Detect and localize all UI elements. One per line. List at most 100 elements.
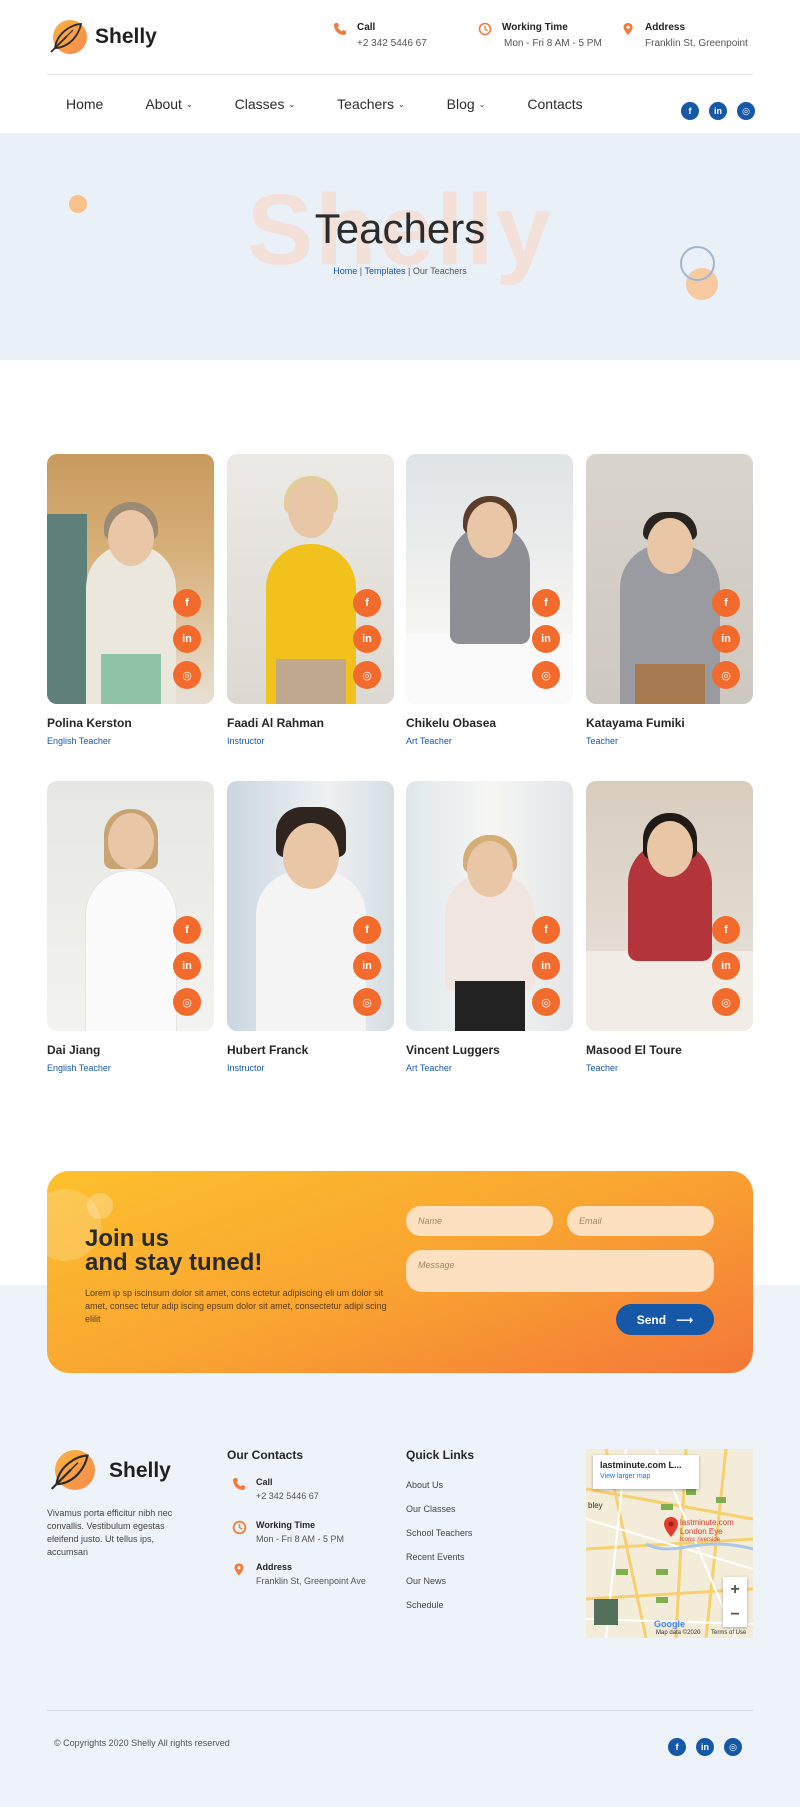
- teacher-card[interactable]: f in ◎ Masood El Toure Teacher: [586, 781, 753, 1073]
- chevron-down-icon: ⌄: [478, 99, 486, 109]
- instagram-icon[interactable]: ◎: [532, 661, 560, 689]
- feather-logo-icon: [47, 18, 89, 56]
- page-title: Teachers: [314, 205, 486, 252]
- teacher-role: Instructor: [227, 736, 265, 746]
- footer-working-time-title: Working Time: [256, 1520, 316, 1530]
- facebook-icon[interactable]: f: [532, 589, 560, 617]
- breadcrumb-templates[interactable]: Templates: [364, 266, 405, 276]
- facebook-icon[interactable]: f: [712, 916, 740, 944]
- map-marker-label: lastminute.com London Eye Iconic riversi…: [680, 1518, 734, 1545]
- linkedin-icon[interactable]: in: [712, 952, 740, 980]
- newsletter-text: Lorem ip sp iscinsum dolor sit amet, con…: [85, 1288, 387, 1324]
- facebook-icon[interactable]: f: [681, 102, 699, 120]
- nav-contacts[interactable]: Contacts: [527, 96, 582, 112]
- teacher-photo[interactable]: f in ◎: [47, 781, 214, 1031]
- teacher-card[interactable]: f in ◎ Polina Kerston English Teacher: [47, 454, 214, 746]
- footer-link-schedule[interactable]: Schedule: [406, 1600, 472, 1610]
- breadcrumb-separator: |: [408, 266, 411, 276]
- teacher-name[interactable]: Dai Jiang: [47, 1043, 214, 1057]
- instagram-icon[interactable]: ◎: [737, 102, 755, 120]
- map-terms-link[interactable]: Terms of Use: [711, 1630, 746, 1636]
- facebook-icon[interactable]: f: [173, 916, 201, 944]
- teacher-photo[interactable]: f in ◎: [406, 781, 573, 1031]
- facebook-icon[interactable]: f: [532, 916, 560, 944]
- teacher-name[interactable]: Katayama Fumiki: [586, 716, 753, 730]
- footer-call-value[interactable]: +2 342 5446 67: [256, 1491, 319, 1501]
- nav-teachers[interactable]: Teachers ⌄: [337, 96, 405, 112]
- teacher-name[interactable]: Hubert Franck: [227, 1043, 394, 1057]
- teacher-photo[interactable]: f in ◎: [47, 454, 214, 704]
- clock-icon: [478, 22, 494, 38]
- footer-link-our-news[interactable]: Our News: [406, 1576, 472, 1586]
- header-social: f in ◎: [681, 102, 755, 120]
- facebook-icon[interactable]: f: [353, 916, 381, 944]
- footer-link-school-teachers[interactable]: School Teachers: [406, 1528, 472, 1538]
- view-larger-map-link[interactable]: View larger map: [600, 1473, 692, 1480]
- instagram-icon[interactable]: ◎: [353, 661, 381, 689]
- teacher-card[interactable]: f in ◎ Dai Jiang English Teacher: [47, 781, 214, 1073]
- teacher-photo[interactable]: f in ◎: [227, 454, 394, 704]
- teacher-card[interactable]: f in ◎ Faadi Al Rahman Instructor: [227, 454, 394, 746]
- breadcrumb-separator: |: [359, 266, 363, 276]
- brand-logo[interactable]: Shelly: [47, 18, 157, 56]
- footer-call-title: Call: [256, 1477, 273, 1487]
- send-button[interactable]: Send ⟶: [616, 1304, 714, 1335]
- teacher-photo[interactable]: f in ◎: [406, 454, 573, 704]
- nav-about-label: About: [145, 96, 182, 112]
- linkedin-icon[interactable]: in: [353, 625, 381, 653]
- nav-about[interactable]: About ⌄: [145, 96, 192, 112]
- zoom-in-icon[interactable]: +: [730, 1581, 739, 1599]
- linkedin-icon[interactable]: in: [173, 625, 201, 653]
- facebook-icon[interactable]: f: [712, 589, 740, 617]
- teacher-photo[interactable]: f in ◎: [586, 781, 753, 1031]
- linkedin-icon[interactable]: in: [173, 952, 201, 980]
- linkedin-icon[interactable]: in: [709, 102, 727, 120]
- footer-link-recent-events[interactable]: Recent Events: [406, 1552, 472, 1562]
- instagram-icon[interactable]: ◎: [173, 661, 201, 689]
- footer-divider: [47, 1710, 753, 1711]
- nav-blog[interactable]: Blog ⌄: [447, 96, 486, 112]
- instagram-icon[interactable]: ◎: [712, 988, 740, 1016]
- linkedin-icon[interactable]: in: [532, 625, 560, 653]
- teacher-card[interactable]: f in ◎ Katayama Fumiki Teacher: [586, 454, 753, 746]
- call-value[interactable]: +2 342 5446 67: [357, 38, 427, 49]
- instagram-icon[interactable]: ◎: [532, 988, 560, 1016]
- nav-home[interactable]: Home: [66, 96, 103, 112]
- linkedin-icon[interactable]: in: [353, 952, 381, 980]
- location-map[interactable]: lastminute.com L... View larger map bley…: [586, 1449, 753, 1638]
- email-field[interactable]: Email: [567, 1206, 714, 1236]
- nav-classes-label: Classes: [234, 96, 285, 112]
- instagram-icon[interactable]: ◎: [724, 1738, 742, 1756]
- teacher-role: Art Teacher: [406, 1063, 452, 1073]
- teacher-name[interactable]: Masood El Toure: [586, 1043, 753, 1057]
- footer-link-about-us[interactable]: About Us: [406, 1480, 472, 1490]
- instagram-icon[interactable]: ◎: [712, 661, 740, 689]
- facebook-icon[interactable]: f: [173, 589, 201, 617]
- footer-brand-logo[interactable]: Shelly: [47, 1448, 171, 1494]
- facebook-icon[interactable]: f: [353, 589, 381, 617]
- teacher-card[interactable]: f in ◎ Vincent Luggers Art Teacher: [406, 781, 573, 1073]
- newsletter-heading: Join us and stay tuned!: [85, 1227, 262, 1275]
- teacher-card[interactable]: f in ◎ Chikelu Obasea Art Teacher: [406, 454, 573, 746]
- footer-links-heading: Quick Links: [406, 1448, 475, 1462]
- nav-classes[interactable]: Classes ⌄: [235, 96, 296, 112]
- linkedin-icon[interactable]: in: [712, 625, 740, 653]
- linkedin-icon[interactable]: in: [696, 1738, 714, 1756]
- message-field[interactable]: Message: [406, 1250, 714, 1292]
- teacher-card[interactable]: f in ◎ Hubert Franck Instructor: [227, 781, 394, 1073]
- teacher-photo[interactable]: f in ◎: [586, 454, 753, 704]
- footer-link-our-classes[interactable]: Our Classes: [406, 1504, 472, 1514]
- instagram-icon[interactable]: ◎: [173, 988, 201, 1016]
- linkedin-icon[interactable]: in: [532, 952, 560, 980]
- facebook-icon[interactable]: f: [668, 1738, 686, 1756]
- teacher-name[interactable]: Chikelu Obasea: [406, 716, 573, 730]
- breadcrumb-home[interactable]: Home: [333, 266, 357, 276]
- teacher-name[interactable]: Faadi Al Rahman: [227, 716, 394, 730]
- name-field[interactable]: Name: [406, 1206, 553, 1236]
- teacher-name[interactable]: Vincent Luggers: [406, 1043, 573, 1057]
- zoom-out-icon[interactable]: −: [730, 1606, 739, 1624]
- teacher-name[interactable]: Polina Kerston: [47, 716, 214, 730]
- header-working-time: Working Time Mon - Fri 8 AM - 5 PM: [478, 22, 602, 49]
- teacher-photo[interactable]: f in ◎: [227, 781, 394, 1031]
- instagram-icon[interactable]: ◎: [353, 988, 381, 1016]
